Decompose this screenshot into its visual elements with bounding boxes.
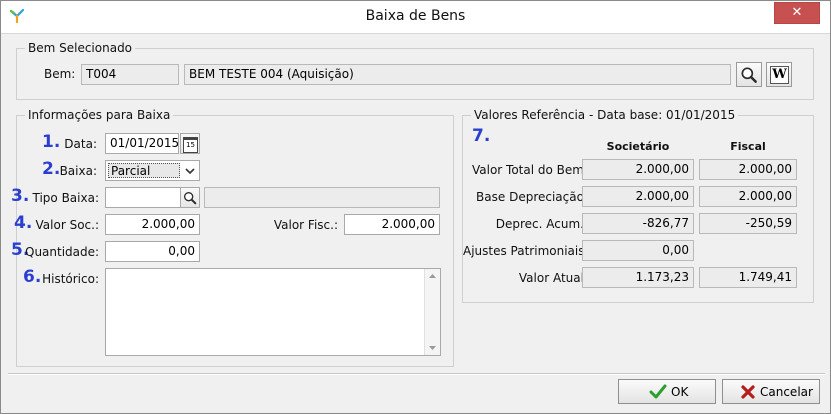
search-icon xyxy=(184,192,197,205)
wiki-icon: W xyxy=(770,66,789,84)
row-fisc-value: 2.000,00 xyxy=(699,186,797,207)
historico-scrollbar[interactable] xyxy=(424,269,440,355)
row-label: Base Depreciação: xyxy=(476,190,588,204)
chevron-down-icon xyxy=(185,168,195,175)
row-soc-value: 2.000,00 xyxy=(582,159,694,180)
col-fiscal-header: Fiscal xyxy=(730,140,766,153)
valor-fisc-label: Valor Fisc.: xyxy=(273,218,338,232)
valores-referencia-group: Valores Referência - Data base: 01/01/20… xyxy=(462,108,814,303)
data-label: Data: xyxy=(64,137,97,151)
calendar-icon: 15 xyxy=(183,137,198,153)
bem-label: Bem: xyxy=(44,67,76,81)
data-input[interactable]: 01/01/2015 xyxy=(105,133,179,154)
row-fisc-value: 2.000,00 xyxy=(699,159,797,180)
baixa-label: Baixa: xyxy=(59,164,97,178)
dialog-window: Baixa de Bens ✕ Bem Selecionado Bem: T00… xyxy=(0,0,831,414)
wiki-button[interactable]: W xyxy=(766,62,792,87)
tipo-baixa-search-button[interactable] xyxy=(180,187,200,208)
bem-code-field[interactable]: T004 xyxy=(81,64,179,85)
quantidade-label: Quantidade: xyxy=(25,245,100,259)
row-label: Valor Atual: xyxy=(518,271,588,285)
cancel-label: Cancelar xyxy=(760,385,813,399)
search-icon xyxy=(741,67,757,83)
close-button[interactable]: ✕ xyxy=(774,2,820,24)
row-fisc-value: -250,59 xyxy=(699,213,797,234)
col-societario-header: Societário xyxy=(606,140,670,153)
bottom-separator xyxy=(8,373,825,375)
ref-group-title: Valores Referência - Data base: 01/01/20… xyxy=(471,108,739,122)
tipo-baixa-input[interactable] xyxy=(105,187,181,208)
scroll-up-icon xyxy=(429,274,436,278)
calendar-button[interactable]: 15 xyxy=(180,133,200,154)
window-title: Baixa de Bens xyxy=(365,8,466,24)
step-number-7: 7. xyxy=(472,126,491,146)
tipo-baixa-label: Tipo Baixa: xyxy=(32,191,100,205)
bem-description-field[interactable]: BEM TESTE 004 (Aquisição) xyxy=(184,64,731,85)
info-group-title: Informações para Baixa xyxy=(25,108,174,122)
cancel-button[interactable]: Cancelar xyxy=(722,379,820,404)
quantidade-input[interactable]: 0,00 xyxy=(105,241,200,262)
info-baixa-group: Informações para Baixa 1. Data: 01/01/20… xyxy=(11,108,454,367)
scroll-down-icon xyxy=(429,346,436,350)
baixa-selected-value: Parcial xyxy=(108,163,180,178)
valor-fisc-input[interactable]: 2.000,00 xyxy=(344,214,440,235)
ok-label: OK xyxy=(671,385,689,399)
row-soc-value: 1.173,23 xyxy=(582,267,694,288)
historico-textarea[interactable] xyxy=(105,268,441,356)
title-bar: Baixa de Bens ✕ xyxy=(1,1,830,34)
baixa-select[interactable]: Parcial xyxy=(105,160,200,181)
row-label: Valor Total do Bem: xyxy=(471,163,588,177)
ok-button[interactable]: OK xyxy=(618,379,716,404)
bem-selecionado-group: Bem Selecionado Bem: T004 BEM TESTE 004 … xyxy=(16,41,814,100)
valor-soc-input[interactable]: 2.000,00 xyxy=(105,214,200,235)
ok-check-icon xyxy=(649,384,667,399)
cancel-x-icon xyxy=(741,385,755,399)
row-label: Deprec. Acum.: xyxy=(495,217,588,231)
row-soc-value: -826,77 xyxy=(582,213,694,234)
valor-soc-label: Valor Soc.: xyxy=(35,218,99,232)
close-icon: ✕ xyxy=(791,5,803,20)
bem-group-title: Bem Selecionado xyxy=(25,41,136,55)
row-soc-value: 0,00 xyxy=(582,240,694,261)
row-soc-value: 2.000,00 xyxy=(582,186,694,207)
historico-label: Histórico: xyxy=(42,272,99,286)
row-label: Ajustes Patrimoniais: xyxy=(463,244,589,258)
tipo-baixa-description xyxy=(204,187,440,208)
row-fisc-value: 1.749,41 xyxy=(699,267,797,288)
bem-search-button[interactable] xyxy=(736,62,762,87)
